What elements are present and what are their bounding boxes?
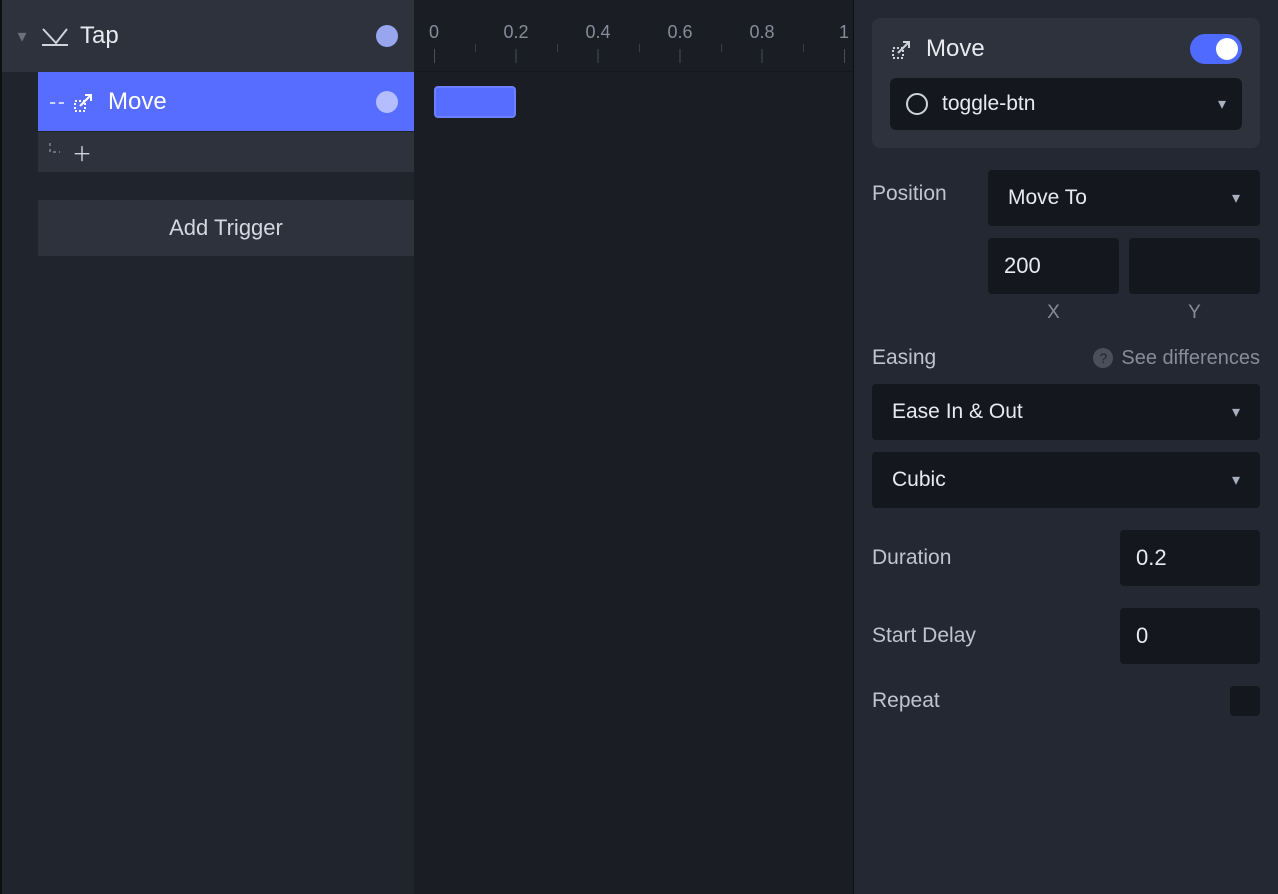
inspector-panel: Move toggle-btn ▾ Position Move To ▾	[854, 0, 1278, 894]
easing-curve-value: Cubic	[892, 468, 1232, 492]
ruler-tick: 0.6	[667, 22, 692, 63]
inspector-title: Move	[926, 35, 1190, 63]
timeline-panel: 0 0.2 0.4 0.6 0.8 1	[414, 0, 854, 894]
trigger-label: Tap	[80, 22, 376, 50]
duration-input[interactable]	[1120, 530, 1260, 586]
target-label: toggle-btn	[942, 92, 1218, 116]
action-status-dot	[376, 91, 398, 113]
chevron-down-icon: ▾	[1232, 402, 1240, 422]
x-label: X	[988, 302, 1119, 324]
start-delay-label: Start Delay	[872, 624, 1104, 648]
see-differences-link[interactable]: ? See differences	[1093, 347, 1260, 370]
position-mode-value: Move To	[1008, 186, 1232, 210]
trigger-status-dot	[376, 25, 398, 47]
add-action-row[interactable]: ＋	[38, 132, 414, 172]
easing-section: Easing ? See differences Ease In & Out ▾…	[872, 346, 1260, 508]
timeline-ruler[interactable]: 0 0.2 0.4 0.6 0.8 1	[414, 0, 853, 72]
duration-row: Duration	[872, 530, 1260, 586]
x-input[interactable]	[988, 238, 1119, 294]
move-icon	[72, 90, 96, 114]
enabled-toggle[interactable]	[1190, 34, 1242, 64]
trigger-row-tap[interactable]: ▾ Tap	[2, 0, 414, 72]
repeat-row: Repeat	[872, 686, 1260, 716]
trigger-panel: ▾ Tap Move ＋ Add Tr	[0, 0, 414, 894]
easing-curve-select[interactable]: Cubic ▾	[872, 452, 1260, 508]
position-label: Position	[872, 170, 972, 206]
repeat-label: Repeat	[872, 689, 1214, 713]
y-input[interactable]	[1129, 238, 1260, 294]
chevron-down-icon: ▾	[1232, 470, 1240, 490]
ruler-tick: 0.2	[503, 22, 528, 63]
y-label: Y	[1129, 302, 1260, 324]
easing-label: Easing	[872, 346, 972, 370]
action-label: Move	[108, 88, 376, 116]
timeline-track[interactable]	[414, 72, 853, 132]
add-trigger-button[interactable]: Add Trigger	[38, 200, 414, 256]
position-row: Position Move To ▾ X Y	[872, 170, 1260, 324]
collapse-chevron-icon[interactable]: ▾	[2, 26, 42, 47]
ruler-tick: 1	[839, 22, 849, 63]
chevron-down-icon: ▾	[1218, 94, 1226, 114]
timeline-clip[interactable]	[434, 86, 516, 118]
add-trigger-label: Add Trigger	[169, 215, 283, 241]
action-row-move[interactable]: Move	[38, 72, 414, 132]
start-delay-row: Start Delay	[872, 608, 1260, 664]
ruler-tick: 0.8	[749, 22, 774, 63]
ruler-tick: 0	[429, 22, 439, 63]
easing-type-value: Ease In & Out	[892, 400, 1232, 424]
duration-label: Duration	[872, 546, 1104, 570]
move-icon	[890, 37, 914, 61]
circle-icon	[906, 93, 928, 115]
inspector-header: Move toggle-btn ▾	[872, 18, 1260, 148]
tap-icon	[42, 26, 68, 46]
plus-icon: ＋	[72, 138, 92, 167]
chevron-down-icon: ▾	[1232, 188, 1240, 208]
position-mode-select[interactable]: Move To ▾	[988, 170, 1260, 226]
ruler-tick: 0.4	[585, 22, 610, 63]
easing-type-select[interactable]: Ease In & Out ▾	[872, 384, 1260, 440]
start-delay-input[interactable]	[1120, 608, 1260, 664]
help-icon: ?	[1093, 348, 1113, 368]
target-select[interactable]: toggle-btn ▾	[890, 78, 1242, 130]
repeat-checkbox[interactable]	[1230, 686, 1260, 716]
see-differences-label: See differences	[1121, 347, 1260, 370]
tree-corner-icon	[38, 143, 72, 161]
